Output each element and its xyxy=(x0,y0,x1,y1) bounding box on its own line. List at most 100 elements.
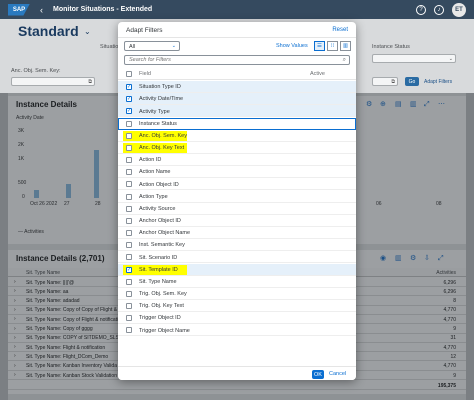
field-row[interactable]: Action Name xyxy=(118,166,356,179)
field-row[interactable]: Trigger Object Name xyxy=(118,324,356,337)
field-checkbox[interactable] xyxy=(126,217,132,224)
field-row[interactable]: Sit. Scenario ID xyxy=(118,251,356,264)
cancel-button[interactable]: Cancel xyxy=(329,371,346,377)
scope-select[interactable]: All ⌄ xyxy=(124,41,180,51)
field-row[interactable]: Anchor Object Name xyxy=(118,227,356,240)
field-checkbox[interactable] xyxy=(126,327,132,334)
expand-chevron-icon[interactable]: › xyxy=(14,307,16,313)
table-cell-activities: 12 xyxy=(450,353,456,360)
fullscreen-icon[interactable]: ⤢ xyxy=(424,101,431,108)
field-checkbox[interactable] xyxy=(126,315,132,322)
expand-chevron-icon[interactable]: › xyxy=(14,326,16,332)
field-checkbox[interactable] xyxy=(126,181,132,188)
field-row[interactable]: Trig. Obj. Sem. Key xyxy=(118,288,356,300)
value-help-icon[interactable]: ⧉ xyxy=(391,79,395,85)
field-row[interactable]: Action ID xyxy=(118,154,356,167)
field-row[interactable]: Anchor Object ID xyxy=(118,215,356,227)
field-checkbox[interactable] xyxy=(126,120,132,127)
field-row[interactable]: ✓ Sit. Template ID xyxy=(118,263,356,276)
more-icon[interactable]: ⋯ xyxy=(438,101,445,108)
field-row[interactable]: ✓ Activity Type xyxy=(118,105,356,118)
filter-input-instance-status[interactable]: ⌄ xyxy=(372,54,456,63)
user-avatar[interactable]: ET xyxy=(452,2,466,17)
field-row[interactable]: Activity Source xyxy=(118,203,356,215)
field-row[interactable]: Anc. Obj. Key Text xyxy=(118,142,356,154)
help-icon[interactable]: ? xyxy=(416,4,426,15)
field-checkbox[interactable] xyxy=(126,242,132,249)
field-row[interactable]: ✓ Activity Date/Time xyxy=(118,93,356,106)
chevron-down-icon[interactable]: ⌄ xyxy=(449,56,453,62)
adapt-filters-link[interactable]: Adapt Filters xyxy=(424,79,452,85)
table-cell-activities: 4,770 xyxy=(443,316,456,323)
reset-button[interactable]: Reset xyxy=(332,27,348,33)
field-row[interactable]: Trigger Object ID xyxy=(118,312,356,325)
chart-toggle-icon[interactable]: ▥ xyxy=(395,255,402,262)
export-icon[interactable]: ⇩ xyxy=(424,255,431,262)
variant-title[interactable]: Standard xyxy=(18,23,79,39)
column-header-sit-type-name[interactable]: Sit. Type Name xyxy=(26,270,60,276)
expand-chevron-icon[interactable]: › xyxy=(14,344,16,350)
chart-view-icon[interactable]: ▥ xyxy=(340,41,351,51)
field-checkbox[interactable]: ✓ xyxy=(126,96,132,103)
fullscreen-icon[interactable]: ⤢ xyxy=(438,255,445,262)
filter-search-input[interactable] xyxy=(129,56,329,64)
legend-icon[interactable]: ▤ xyxy=(395,101,402,108)
filter-input-extra[interactable]: ⧉ xyxy=(372,77,398,86)
expand-chevron-icon[interactable]: › xyxy=(14,288,16,294)
field-row[interactable]: ✓ Situation Type ID xyxy=(118,81,356,93)
filter-search-field[interactable]: ⌕ xyxy=(124,55,350,65)
field-checkbox[interactable] xyxy=(126,169,132,176)
field-checkbox[interactable] xyxy=(126,144,132,151)
expand-chevron-icon[interactable]: › xyxy=(14,353,16,359)
notification-bell-icon[interactable]: ♪ xyxy=(434,4,444,15)
expand-chevron-icon[interactable]: › xyxy=(14,316,16,322)
field-checkbox[interactable]: ✓ xyxy=(126,266,132,273)
field-checkbox[interactable]: ✓ xyxy=(126,84,132,90)
field-checkbox[interactable] xyxy=(126,254,132,261)
search-icon[interactable]: ⌕ xyxy=(343,57,346,64)
sap-logo[interactable]: SAP xyxy=(8,3,30,16)
expand-chevron-icon[interactable]: › xyxy=(14,335,16,341)
chevron-down-icon[interactable]: ⌄ xyxy=(172,43,176,49)
x-tick: Oct 26 2022 xyxy=(30,201,58,207)
go-button[interactable]: Go xyxy=(405,77,419,86)
zoom-icon[interactable]: ⊕ xyxy=(380,101,387,108)
field-row[interactable]: Anc. Obj. Sem. Key xyxy=(118,130,356,142)
list-view-icon[interactable]: ☰ xyxy=(314,41,325,51)
chart-type-icon[interactable]: ▥ xyxy=(410,101,417,108)
back-arrow-icon[interactable]: ‹ xyxy=(40,5,43,15)
field-row[interactable]: Trig. Obj. Key Text xyxy=(118,300,356,313)
ok-button[interactable]: OK xyxy=(312,370,324,379)
group-view-icon[interactable]: ⁞⁞ xyxy=(327,41,338,51)
field-row[interactable]: Sit. Type Name xyxy=(118,276,356,288)
field-checkbox[interactable]: ✓ xyxy=(126,108,132,115)
filter-input-anc-obj-sem-key[interactable]: ⧉ xyxy=(11,77,95,86)
field-checkbox[interactable] xyxy=(126,290,132,297)
expand-chevron-icon[interactable]: › xyxy=(14,363,16,369)
chart-legend-label: Activities xyxy=(24,229,44,235)
field-label: Trig. Obj. Key Text xyxy=(139,303,184,310)
field-row[interactable]: Action Object ID xyxy=(118,178,356,191)
field-checkbox[interactable] xyxy=(126,193,132,200)
chevron-down-icon[interactable]: ⌄ xyxy=(84,27,91,36)
column-header-activities[interactable]: Activities xyxy=(436,270,456,276)
field-row[interactable]: Action Type xyxy=(118,191,356,203)
settings-icon[interactable]: ⚙ xyxy=(410,255,417,262)
show-values-button[interactable]: Show Values xyxy=(276,43,308,49)
expand-chevron-icon[interactable]: › xyxy=(14,298,16,304)
field-checkbox[interactable] xyxy=(126,230,132,237)
field-checkbox[interactable] xyxy=(126,132,132,139)
expand-chevron-icon[interactable]: › xyxy=(14,279,16,285)
value-help-icon[interactable]: ⧉ xyxy=(88,79,92,85)
select-all-checkbox[interactable] xyxy=(126,71,132,77)
field-checkbox[interactable] xyxy=(126,157,132,164)
field-checkbox[interactable] xyxy=(126,303,132,310)
field-checkbox[interactable] xyxy=(126,278,132,285)
settings-icon[interactable]: ⚙ xyxy=(366,101,373,108)
field-row[interactable]: Instance Status xyxy=(118,117,356,130)
field-checkbox[interactable] xyxy=(126,205,132,212)
expand-chevron-icon[interactable]: › xyxy=(14,372,16,378)
field-row[interactable]: Inst. Semantic Key xyxy=(118,239,356,252)
view-icon[interactable]: ◉ xyxy=(380,255,387,262)
table-card-title: Instance Details (2,701) xyxy=(16,254,105,263)
